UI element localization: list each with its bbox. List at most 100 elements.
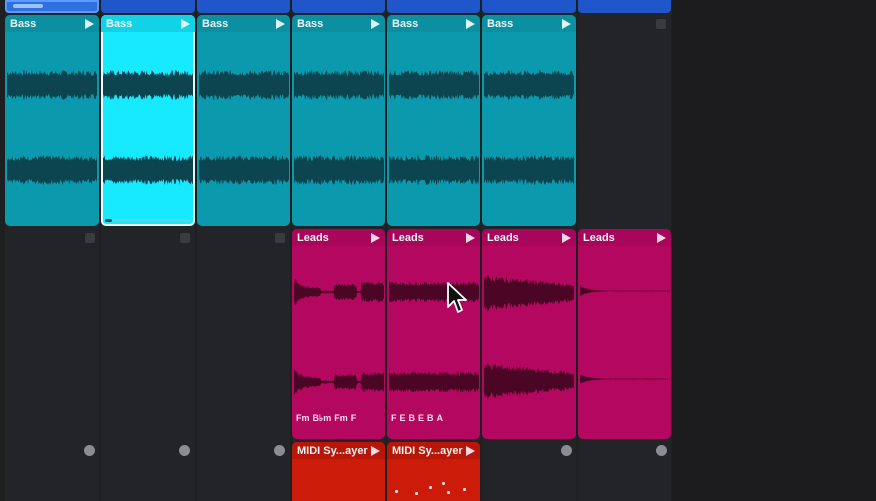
chord-label: B	[427, 413, 434, 423]
play-icon[interactable]	[371, 18, 380, 29]
scene-trigger-5[interactable]	[387, 0, 480, 13]
bass-clip-4[interactable]: Bass	[292, 15, 385, 226]
clip-name: Leads	[487, 231, 519, 244]
scene-trigger-6[interactable]	[482, 0, 576, 13]
record-icon[interactable]	[84, 445, 95, 456]
scene-trigger-3[interactable]	[197, 0, 290, 13]
clip-header: Bass	[101, 15, 195, 32]
bass-clip-3[interactable]: Bass	[197, 15, 290, 226]
scene-trigger-1[interactable]	[5, 0, 99, 13]
bass-clip-1[interactable]: Bass	[5, 15, 99, 226]
bass-clip-6[interactable]: Bass	[482, 15, 576, 226]
leads-clip-2[interactable]: Leads F E B E B A	[387, 229, 480, 439]
clip-header: Leads	[578, 229, 671, 246]
midi-clip-2[interactable]: MIDI Sy...ayer	[387, 442, 480, 501]
chord-labels: F E B E B A	[391, 413, 478, 425]
waveform-top	[389, 70, 479, 100]
play-icon[interactable]	[85, 18, 94, 29]
chord-label: A	[436, 413, 444, 423]
midi-note	[395, 490, 398, 493]
record-icon[interactable]	[179, 445, 190, 456]
waveform-top	[580, 285, 670, 297]
waveform-bottom	[484, 363, 574, 399]
clip-header: Leads	[292, 229, 385, 246]
stop-icon[interactable]	[275, 233, 285, 243]
stop-icon[interactable]	[180, 233, 190, 243]
waveform-bottom	[294, 155, 384, 185]
midi-note	[415, 492, 418, 495]
waveform-bottom	[294, 369, 384, 395]
play-icon[interactable]	[562, 232, 571, 243]
clip-header: Bass	[5, 15, 99, 32]
chord-label: Fm	[296, 413, 310, 423]
record-icon[interactable]	[656, 445, 667, 456]
waveform-bottom	[389, 371, 479, 393]
clip-name: Bass	[487, 17, 514, 30]
waveform-bottom	[103, 155, 193, 185]
clip-name: Bass	[202, 17, 229, 30]
record-icon[interactable]	[561, 445, 572, 456]
play-icon[interactable]	[657, 232, 666, 243]
play-icon[interactable]	[181, 18, 190, 29]
chord-label: F	[350, 413, 357, 423]
clip-header: Leads	[387, 229, 480, 246]
play-icon[interactable]	[466, 18, 475, 29]
record-icon[interactable]	[274, 445, 285, 456]
clip-header: Bass	[387, 15, 480, 32]
waveform-top	[484, 274, 574, 312]
clip-header: MIDI Sy...ayer	[292, 442, 385, 459]
clip-name: Leads	[392, 231, 424, 244]
play-icon[interactable]	[371, 445, 380, 456]
clip-name: Bass	[297, 17, 324, 30]
clip-name: Bass	[10, 17, 37, 30]
waveform-top	[294, 70, 384, 100]
play-icon[interactable]	[276, 18, 285, 29]
clip-header: Bass	[292, 15, 385, 32]
clip-name: MIDI Sy...ayer	[297, 444, 368, 457]
clip-name: Leads	[297, 231, 329, 244]
play-icon[interactable]	[562, 18, 571, 29]
clip-header: Leads	[482, 229, 576, 246]
play-icon[interactable]	[371, 232, 380, 243]
play-icon[interactable]	[466, 232, 475, 243]
leads-clip-3[interactable]: Leads	[482, 229, 576, 439]
waveform-bottom	[199, 155, 289, 185]
midi-note	[442, 482, 445, 485]
clip-name: MIDI Sy...ayer	[392, 444, 463, 457]
waveform-top	[7, 70, 97, 100]
stop-icon[interactable]	[656, 19, 666, 29]
midi-clip-1[interactable]: MIDI Sy...ayer	[292, 442, 385, 501]
waveform-top	[294, 279, 384, 305]
clip-name: Leads	[583, 231, 615, 244]
scene-trigger-7[interactable]	[578, 0, 671, 13]
waveform-top	[103, 70, 193, 100]
waveform-bottom	[7, 155, 97, 185]
stop-icon[interactable]	[85, 233, 95, 243]
clip-header: MIDI Sy...ayer	[387, 442, 480, 459]
waveform-top	[199, 70, 289, 100]
bass-clip-5[interactable]: Bass	[387, 15, 480, 226]
playback-progress-bar	[105, 219, 191, 222]
bass-clip-2-playing[interactable]: Bass	[101, 15, 195, 226]
midi-note	[463, 488, 466, 491]
chord-label: B♭m	[312, 413, 332, 423]
clip-header: Bass	[197, 15, 290, 32]
leads-clip-4[interactable]: Leads	[578, 229, 671, 439]
pointer-cursor-icon	[447, 282, 467, 313]
playback-progress-fill	[105, 219, 112, 222]
chord-label: E	[399, 413, 406, 423]
live-loops-grid: Bass Bass Bass Bass Bass Bass Leads Fm B…	[0, 0, 876, 501]
scene-trigger-2[interactable]	[101, 0, 195, 13]
midi-note	[429, 486, 432, 489]
chord-labels: Fm B♭m Fm F	[296, 413, 383, 425]
clip-name: Bass	[106, 17, 133, 30]
play-icon[interactable]	[466, 445, 475, 456]
waveform-bottom	[484, 155, 574, 185]
leads-clip-1[interactable]: Leads Fm B♭m Fm F	[292, 229, 385, 439]
clip-name: Bass	[392, 17, 419, 30]
chord-label: Fm	[334, 413, 348, 423]
scene-trigger-4[interactable]	[292, 0, 385, 13]
scene-level-meter	[13, 4, 43, 8]
chord-label: E	[418, 413, 425, 423]
waveform-bottom	[389, 155, 479, 185]
